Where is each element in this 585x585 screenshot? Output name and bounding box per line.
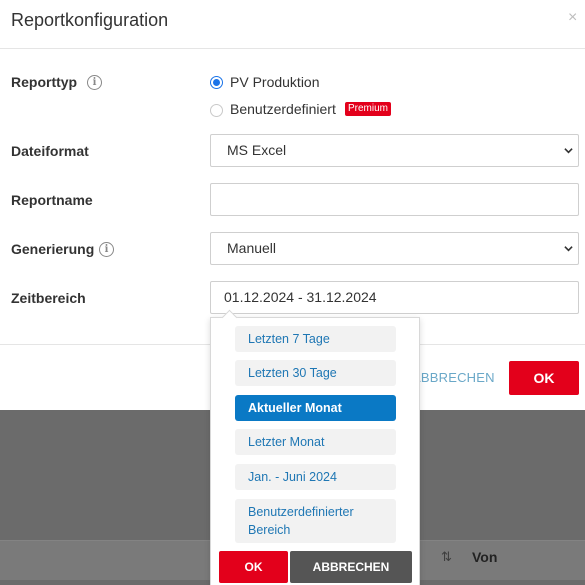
- date-range-dropdown: Letzten 7 Tage Letzten 30 Tage Aktueller…: [210, 317, 420, 585]
- radio-label-pv-produktion[interactable]: PV Produktion: [230, 74, 320, 90]
- info-icon[interactable]: i: [87, 75, 102, 90]
- header-divider: [0, 48, 585, 49]
- preset-letzten-30-tage[interactable]: Letzten 30 Tage: [235, 360, 396, 386]
- dateiformat-label: Dateiformat: [11, 143, 89, 159]
- modal-title: Reportkonfiguration: [11, 10, 169, 30]
- radio-benutzerdefiniert[interactable]: [210, 104, 223, 117]
- zeitbereich-input[interactable]: 01.12.2024 - 31.12.2024: [210, 281, 579, 314]
- dropdown-cancel-button[interactable]: ABBRECHEN: [290, 551, 412, 583]
- generierung-label: Generierung: [11, 241, 95, 257]
- column-header-von: Von: [472, 549, 498, 565]
- cancel-button[interactable]: ABBRECHEN: [412, 370, 495, 385]
- close-icon[interactable]: ×: [568, 9, 577, 27]
- preset-jan-juni-2024[interactable]: Jan. - Juni 2024: [235, 464, 396, 490]
- reporttyp-label: Reporttyp: [11, 74, 78, 90]
- preset-benutzerdefinierter-bereich[interactable]: Benutzerdefinierter Bereich: [235, 499, 396, 543]
- ok-button[interactable]: OK: [509, 361, 579, 395]
- chevron-down-icon: [564, 246, 573, 252]
- preset-aktueller-monat[interactable]: Aktueller Monat: [235, 395, 396, 421]
- premium-badge: Premium: [345, 102, 392, 116]
- zeitbereich-label: Zeitbereich: [11, 290, 86, 306]
- radio-label-benutzerdefiniert[interactable]: Benutzerdefiniert: [230, 101, 336, 117]
- reportname-label: Reportname: [11, 192, 93, 208]
- reportname-input[interactable]: [210, 183, 579, 216]
- dateiformat-value: MS Excel: [227, 142, 287, 158]
- chevron-down-icon: [564, 148, 573, 154]
- generierung-value: Manuell: [227, 240, 277, 256]
- info-icon[interactable]: i: [99, 242, 114, 257]
- preset-letzter-monat[interactable]: Letzter Monat: [235, 429, 396, 455]
- sort-icon[interactable]: ⇅: [441, 549, 452, 565]
- radio-pv-produktion[interactable]: [210, 76, 223, 89]
- dateiformat-select[interactable]: MS Excel: [210, 134, 579, 167]
- generierung-select[interactable]: Manuell: [210, 232, 579, 265]
- dropdown-ok-button[interactable]: OK: [219, 551, 288, 583]
- preset-letzten-7-tage[interactable]: Letzten 7 Tage: [235, 326, 396, 352]
